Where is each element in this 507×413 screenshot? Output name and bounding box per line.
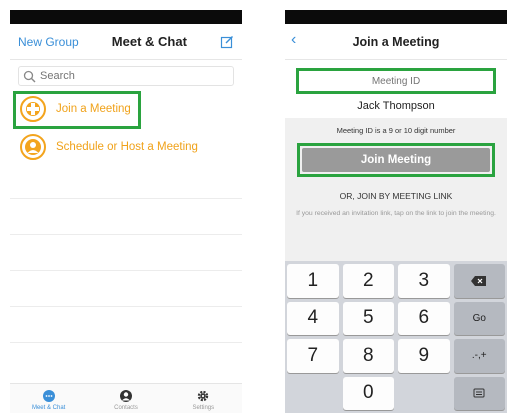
gear-icon	[198, 390, 209, 402]
edit-icon[interactable]	[220, 35, 234, 49]
tab-label: Contacts	[114, 405, 138, 411]
header: New Group Meet & Chat	[10, 24, 242, 60]
key-7[interactable]: 7	[287, 339, 339, 373]
meeting-id-hint: Meeting ID is a 9 or 10 digit number	[336, 126, 456, 135]
meet-chat-screen: New Group Meet & Chat Join a Meeting	[10, 10, 242, 413]
empty-key	[287, 376, 339, 410]
key-8[interactable]: 8	[342, 339, 394, 373]
search-icon	[23, 70, 36, 82]
list-divider	[10, 234, 242, 235]
key-2[interactable]: 2	[342, 264, 394, 298]
status-bar	[10, 10, 242, 24]
join-meeting-screen: ‹ Join a Meeting Jack Thompson Meeting I…	[285, 10, 507, 413]
list-divider	[10, 198, 242, 199]
join-by-link-label: OR, JOIN BY MEETING LINK	[339, 191, 453, 201]
meeting-id-input[interactable]	[306, 75, 486, 87]
schedule-meeting-item[interactable]: Schedule or Host a Meeting	[10, 128, 242, 166]
search-input[interactable]	[40, 70, 220, 82]
empty-key	[398, 376, 450, 410]
highlight-box	[13, 91, 141, 129]
key-0[interactable]: 0	[342, 376, 394, 410]
schedule-meeting-label: Schedule or Host a Meeting	[56, 141, 198, 153]
status-bar	[285, 10, 507, 24]
chat-icon	[42, 390, 55, 402]
list-divider	[10, 342, 242, 343]
meeting-id-field[interactable]	[296, 68, 496, 94]
list-divider	[10, 270, 242, 271]
key-6[interactable]: 6	[398, 301, 450, 335]
tab-contacts[interactable]: Contacts	[96, 389, 156, 411]
symbols-key[interactable]: .-,+	[453, 339, 505, 373]
key-3[interactable]: 3	[398, 264, 450, 298]
backspace-icon	[471, 275, 487, 286]
back-chevron-icon[interactable]: ‹	[291, 31, 296, 49]
display-name[interactable]: Jack Thompson	[285, 100, 507, 118]
host-meeting-icon	[20, 134, 46, 160]
tab-bar: Meet & Chat Contacts Settings	[10, 383, 242, 413]
page-title: Meet & Chat	[111, 34, 187, 49]
key-9[interactable]: 9	[398, 339, 450, 373]
go-key[interactable]: Go	[453, 301, 505, 335]
tab-settings[interactable]: Settings	[173, 389, 233, 411]
contacts-icon	[119, 390, 132, 402]
numeric-keypad: 1 2 3 4 5 6 Go 7 8 9 .-,+ 0	[285, 261, 507, 413]
keyboard-settings-key[interactable]	[453, 376, 505, 410]
new-group-link[interactable]: New Group	[18, 35, 79, 49]
key-1[interactable]: 1	[287, 264, 339, 298]
list-divider	[10, 306, 242, 307]
page-title: Join a Meeting	[352, 34, 440, 49]
key-4[interactable]: 4	[287, 301, 339, 335]
key-5[interactable]: 5	[342, 301, 394, 335]
tab-meet-chat[interactable]: Meet & Chat	[19, 389, 79, 411]
highlight-box: Join Meeting	[297, 143, 495, 177]
join-meeting-button[interactable]: Join Meeting	[302, 148, 490, 172]
keyboard-icon	[473, 388, 485, 398]
search-bar[interactable]	[18, 66, 234, 86]
invitation-info-text: If you received an invitation link, tap …	[296, 210, 496, 217]
header: ‹ Join a Meeting	[285, 24, 507, 60]
join-options-panel: Meeting ID is a 9 or 10 digit number Joi…	[285, 118, 507, 261]
backspace-key[interactable]	[453, 264, 505, 298]
tab-label: Settings	[192, 405, 215, 411]
tab-label: Meet & Chat	[31, 405, 66, 411]
